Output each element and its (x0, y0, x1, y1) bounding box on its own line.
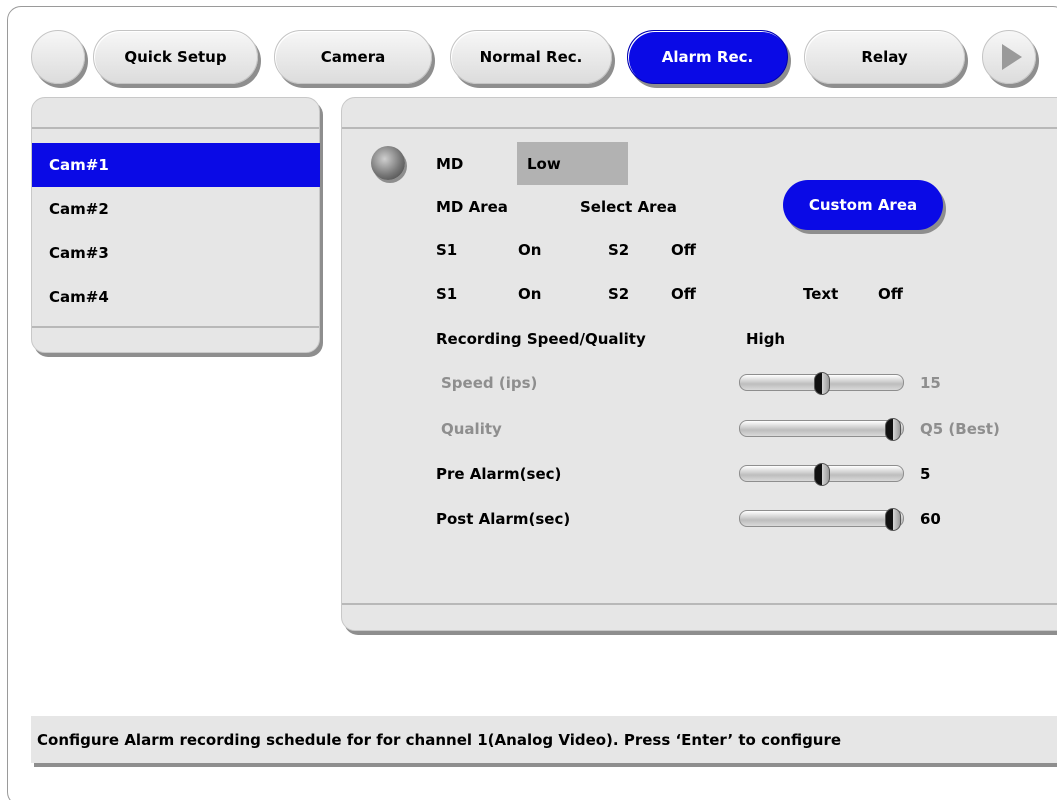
s1-label: S1 (436, 241, 458, 259)
custom-area-button[interactable]: Custom Area (783, 180, 943, 230)
md-value: Low (527, 155, 561, 173)
md-radio-button[interactable] (371, 146, 405, 180)
pre-alarm-value: 5 (920, 465, 931, 483)
slider-knob[interactable] (813, 463, 830, 486)
recording-speed-quality-value[interactable]: High (746, 330, 785, 348)
speed-slider[interactable] (739, 372, 904, 395)
slider-knob[interactable] (885, 508, 901, 531)
md-area-value[interactable]: Select Area (580, 198, 677, 216)
next-tab-button[interactable] (982, 30, 1036, 84)
tab-label: Relay (861, 48, 908, 66)
md-area-label: MD Area (436, 198, 508, 216)
s2-value[interactable]: Off (671, 241, 696, 259)
recording-speed-quality-label: Recording Speed/Quality (436, 330, 646, 348)
camera-item-2[interactable]: Cam#2 (32, 187, 320, 231)
md-label: MD (436, 155, 464, 173)
tab-blank-circle[interactable] (31, 30, 85, 84)
s1-value[interactable]: On (518, 285, 541, 303)
status-bar: Configure Alarm recording schedule for f… (31, 716, 1057, 763)
camera-item-3[interactable]: Cam#3 (32, 231, 320, 275)
tab-label: Quick Setup (124, 48, 227, 66)
tab-quick-setup[interactable]: Quick Setup (93, 30, 258, 84)
divider (32, 127, 319, 129)
speed-value: 15 (920, 374, 941, 392)
camera-label: Cam#3 (49, 244, 109, 262)
text-value[interactable]: Off (878, 285, 903, 303)
post-alarm-value: 60 (920, 510, 941, 528)
post-alarm-slider[interactable] (739, 508, 904, 531)
pre-alarm-label: Pre Alarm(sec) (436, 465, 562, 483)
text-label: Text (803, 285, 839, 303)
slider-knob[interactable] (885, 418, 901, 441)
custom-area-label: Custom Area (808, 196, 918, 214)
camera-item-4[interactable]: Cam#4 (32, 275, 320, 319)
quality-slider[interactable] (739, 418, 904, 441)
quality-label: Quality (441, 420, 502, 438)
s1-label: S1 (436, 285, 458, 303)
tab-camera[interactable]: Camera (274, 30, 432, 84)
post-alarm-label: Post Alarm(sec) (436, 510, 571, 528)
s2-value[interactable]: Off (671, 285, 696, 303)
camera-label: Cam#1 (49, 156, 109, 174)
divider (32, 326, 319, 328)
slider-knob[interactable] (813, 372, 830, 395)
divider (342, 603, 1057, 605)
tab-alarm-rec[interactable]: Alarm Rec. (627, 30, 788, 84)
alarm-settings-panel (341, 97, 1057, 631)
camera-label: Cam#2 (49, 200, 109, 218)
camera-item-1[interactable]: Cam#1 (32, 143, 320, 187)
play-arrow-icon (1002, 44, 1022, 70)
tab-normal-rec[interactable]: Normal Rec. (450, 30, 612, 84)
tab-label: Normal Rec. (479, 48, 583, 66)
pre-alarm-slider[interactable] (739, 463, 904, 486)
tab-label: Alarm Rec. (661, 48, 754, 66)
status-text: Configure Alarm recording schedule for f… (37, 730, 842, 749)
quality-value: Q5 (Best) (920, 420, 1000, 438)
camera-list-panel: Cam#1 Cam#2 Cam#3 Cam#4 (31, 97, 320, 353)
speed-label: Speed (ips) (441, 374, 538, 392)
divider (342, 127, 1057, 129)
tab-relay[interactable]: Relay (804, 30, 965, 84)
s2-label: S2 (608, 285, 630, 303)
s1-value[interactable]: On (518, 241, 541, 259)
s2-label: S2 (608, 241, 630, 259)
tab-label: Camera (320, 48, 386, 66)
camera-label: Cam#4 (49, 288, 109, 306)
